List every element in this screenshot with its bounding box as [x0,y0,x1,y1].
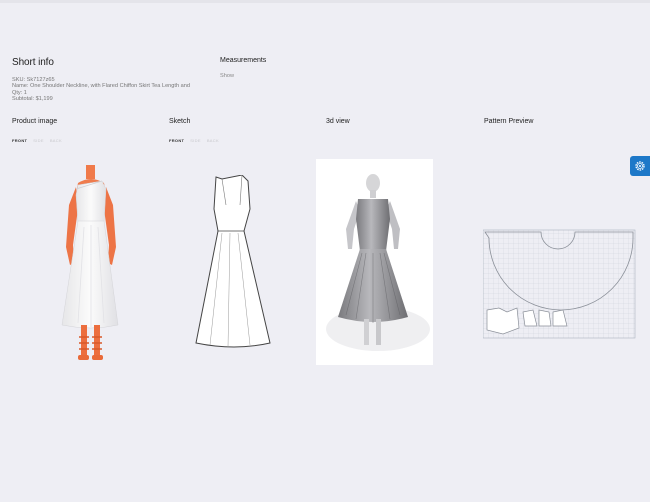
measurements: Measurements Show [220,57,266,79]
settings-button[interactable] [630,156,650,176]
pattern-preview-title: Pattern Preview [484,118,534,125]
3d-view-title: 3d view [326,118,350,125]
product-view-back[interactable]: BACK [50,138,62,143]
sketch-view-front[interactable]: FRONT [169,138,184,143]
subtotal-text: Subtotal: $1,199 [12,96,53,103]
product-image-view-tabs: FRONT SIDE BACK [12,138,62,143]
sketch-view-back[interactable]: BACK [207,138,219,143]
sketch-image [192,174,278,358]
3d-view-canvas[interactable] [316,159,433,365]
sketch-title: Sketch [169,118,191,125]
product-image-title: Product image [12,118,58,125]
short-info: Short info SKU: Sk7127z65 Name: One Shou… [12,57,222,103]
gear-icon [635,161,645,171]
product-view-front[interactable]: FRONT [12,138,27,143]
top-strip [0,0,650,3]
sketch-view-side[interactable]: SIDE [190,138,201,143]
product-image [58,165,124,368]
product-view-side[interactable]: SIDE [33,138,44,143]
pattern-preview [482,228,636,345]
short-info-title: Short info [12,57,54,68]
measurements-title: Measurements [220,57,267,64]
show-measurements-link[interactable]: Show [220,73,266,79]
sketch-view-tabs: FRONT SIDE BACK [169,138,219,143]
